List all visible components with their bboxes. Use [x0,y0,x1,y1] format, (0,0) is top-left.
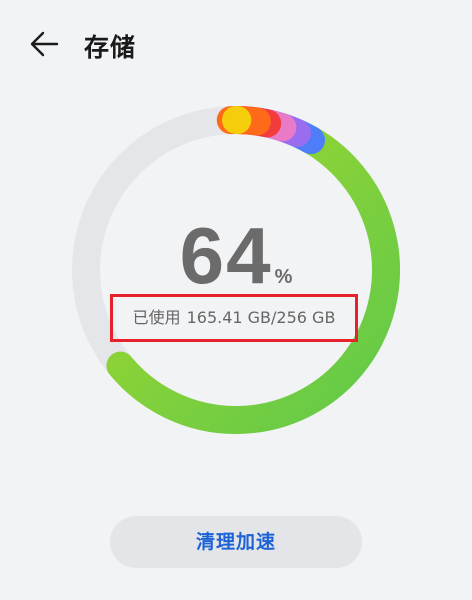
percent-unit: % [274,266,293,288]
usage-value: 165.41 GB/256 GB [186,308,336,327]
clean-accelerate-button[interactable]: 清理加速 [110,516,362,568]
usage-summary: 已使用 165.41 GB/256 GB [110,294,358,342]
used-percent-value: 64 [179,211,273,300]
usage-label: 已使用 [132,308,181,327]
used-percent: 64% [0,216,472,296]
